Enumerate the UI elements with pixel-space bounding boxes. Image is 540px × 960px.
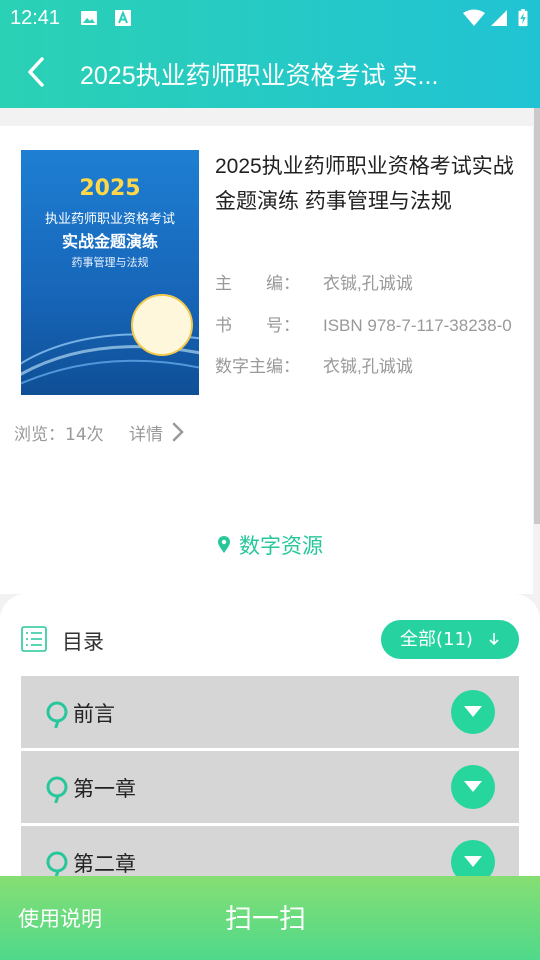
cover-badge bbox=[131, 294, 193, 356]
meta-isbn: 书 号： ISBN 978-7-117-38238-0 bbox=[215, 311, 512, 336]
caret-down-icon bbox=[464, 856, 482, 867]
meta-label: 数字主编： bbox=[215, 357, 300, 376]
top-bar: 12:41 2025执业药师职业资格考试 实... bbox=[0, 0, 540, 108]
details-link[interactable]: 详情 bbox=[129, 420, 163, 445]
font-notification-icon bbox=[115, 10, 131, 26]
book-cover-image[interactable]: 2025 执业药师职业资格考试 实战金题演练 药事管理与法规 bbox=[21, 150, 199, 395]
chapter-q-icon bbox=[46, 851, 68, 878]
filter-all-button[interactable]: 全部(11) bbox=[381, 620, 519, 659]
meta-value: 衣铖,孔诚诚 bbox=[323, 357, 413, 376]
meta-label: 书 号： bbox=[215, 316, 300, 335]
scrollbar[interactable] bbox=[534, 108, 540, 524]
meta-label: 主 编： bbox=[215, 274, 300, 293]
status-time: 12:41 bbox=[10, 7, 61, 29]
location-pin-icon bbox=[218, 536, 230, 553]
back-arrow-icon[interactable] bbox=[22, 55, 52, 89]
meta-editor: 主 编： 衣铖,孔诚诚 bbox=[215, 269, 413, 294]
expand-button[interactable] bbox=[451, 765, 495, 809]
chapter-name: 第一章 bbox=[73, 777, 136, 801]
meta-value: ISBN 978-7-117-38238-0 bbox=[323, 316, 512, 335]
chapter-item[interactable]: 前言 bbox=[21, 676, 519, 748]
list-catalog-icon bbox=[21, 626, 47, 652]
chapter-q-icon bbox=[46, 776, 68, 803]
chevron-right-icon[interactable] bbox=[171, 421, 185, 443]
chapter-name: 第二章 bbox=[73, 852, 136, 876]
book-title: 2025执业药师职业资格考试实战金题演练 药事管理与法规 bbox=[215, 155, 514, 213]
meta-digital-editor: 数字主编： 衣铖,孔诚诚 bbox=[215, 352, 413, 377]
scan-button[interactable]: 扫一扫 bbox=[225, 897, 306, 936]
cover-line-1: 执业药师职业资格考试 bbox=[44, 212, 175, 227]
caret-down-icon bbox=[464, 706, 482, 717]
page-title: 2025执业药师职业资格考试 实... bbox=[80, 62, 439, 90]
digital-resources-label: 数字资源 bbox=[239, 534, 323, 558]
expand-button[interactable] bbox=[451, 690, 495, 734]
battery-charging-icon bbox=[518, 9, 528, 27]
wifi-icon bbox=[463, 9, 485, 26]
meta-value: 衣铖,孔诚诚 bbox=[323, 274, 413, 293]
chapter-item[interactable]: 第一章 bbox=[21, 751, 519, 823]
cover-line-3: 药事管理与法规 bbox=[71, 256, 149, 269]
usage-instructions-button[interactable]: 使用说明 bbox=[18, 903, 102, 933]
image-notification-icon bbox=[81, 11, 97, 25]
chapter-name: 前言 bbox=[73, 702, 115, 726]
signal-icon bbox=[491, 10, 507, 26]
cover-year: 2025 bbox=[79, 176, 141, 201]
status-bar: 12:41 bbox=[0, 0, 540, 36]
digital-resources-link[interactable]: 数字资源 bbox=[0, 530, 540, 560]
caret-down-icon bbox=[464, 781, 482, 792]
cover-line-2: 实战金题演练 bbox=[61, 232, 158, 251]
catalog-title: 目录 bbox=[62, 630, 104, 654]
view-count: 浏览：14次 bbox=[14, 425, 104, 445]
chapter-q-icon bbox=[46, 701, 68, 728]
arrow-down-icon bbox=[489, 633, 499, 646]
filter-label: 全部(11) bbox=[400, 629, 473, 650]
